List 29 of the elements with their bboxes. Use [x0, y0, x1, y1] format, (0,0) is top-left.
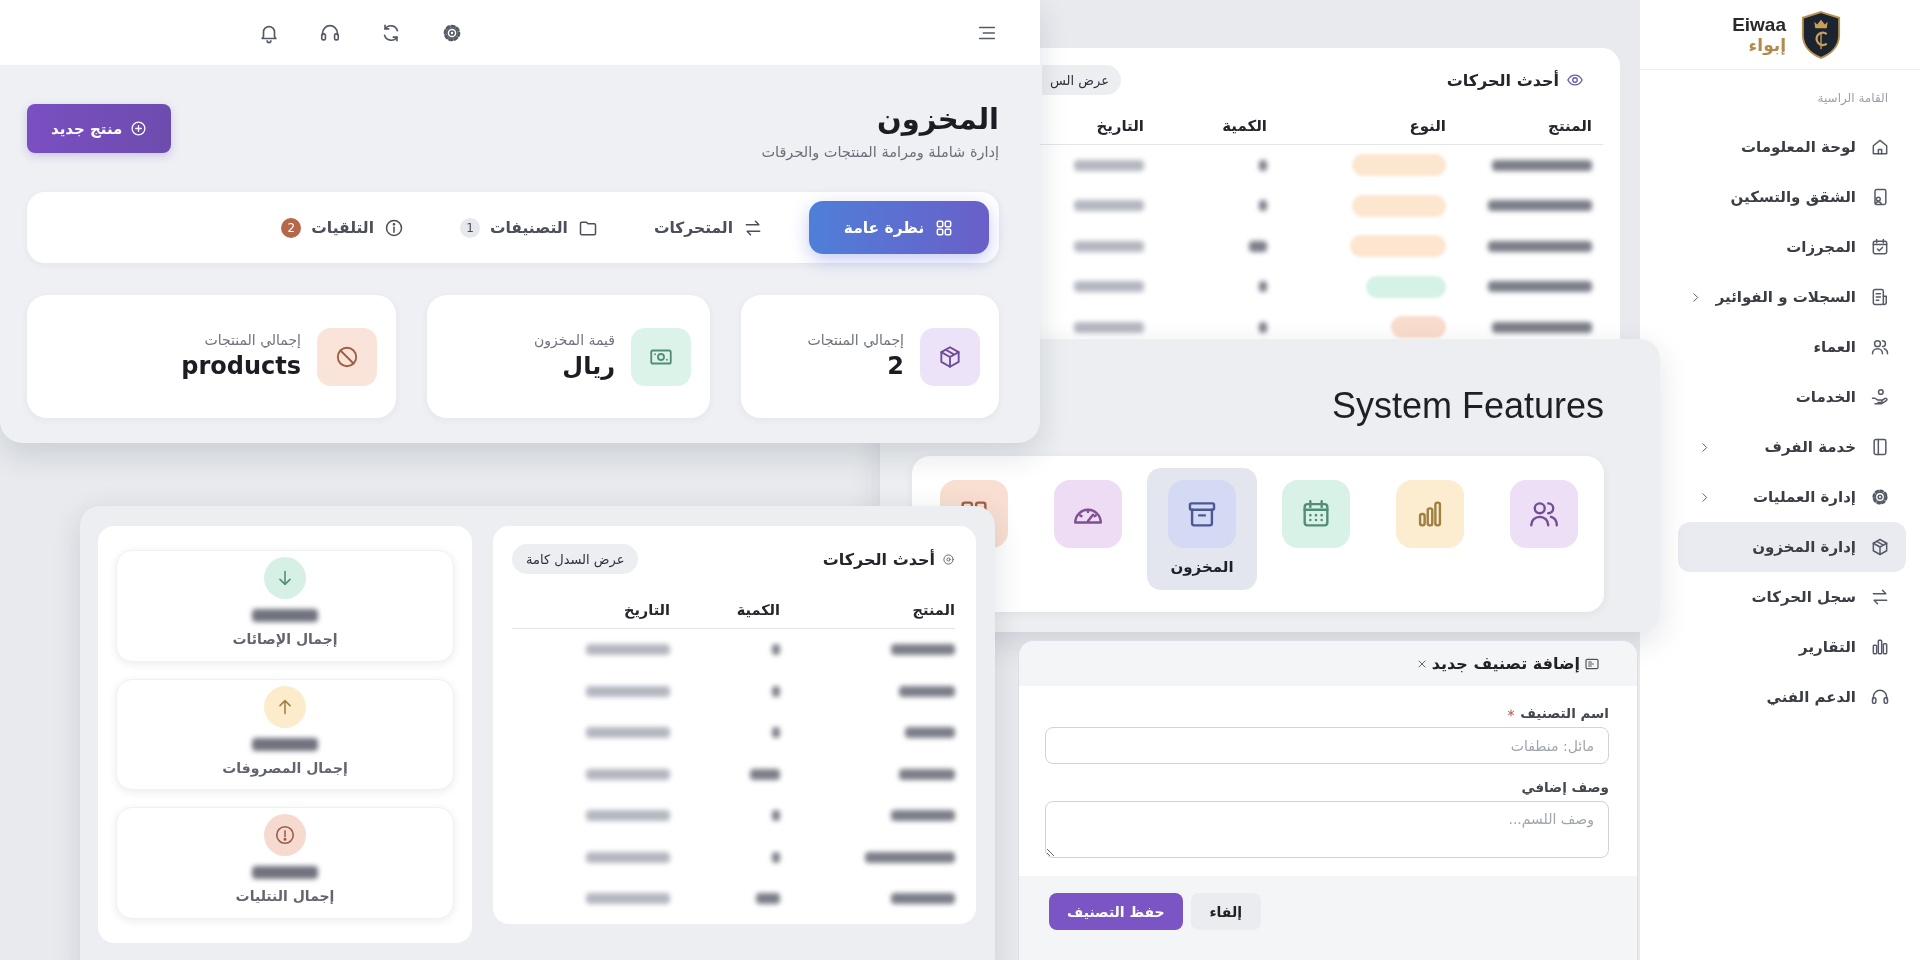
page-subtitle: إدارة شاملة ومرامة المنتجات والحرقات: [761, 143, 999, 162]
summary-label: إجمال المصروفات: [222, 759, 348, 776]
stat-label: قيمة المخزون: [533, 332, 615, 348]
column-header: التاريخ: [622, 602, 670, 618]
column-header: المنتج: [911, 602, 955, 618]
page-title: المخزون: [876, 101, 999, 137]
count-badge: 2: [281, 217, 302, 238]
summary-label: إجمال الإصائات: [232, 631, 338, 647]
column-header: الكمية: [735, 602, 780, 618]
stat-value: 2: [886, 351, 904, 381]
stat-value: products: [181, 351, 301, 381]
field-label: اسم التصنيف: [1520, 704, 1609, 723]
column-header: التاريخ: [1095, 116, 1145, 137]
column-header: المنتج: [1547, 116, 1593, 137]
brand-name: Eiwaa: [1732, 13, 1786, 36]
stat-label: إجمالي المنتجات: [203, 332, 301, 348]
stat-label: إجمالي المنتجات: [807, 332, 904, 348]
summary-label: إجمال النتليات: [235, 888, 335, 905]
brand-name: إبواء: [1748, 35, 1786, 56]
stat-value: ريال: [561, 351, 615, 381]
count-badge: 1: [459, 217, 480, 238]
section-label: القامة الراسية: [1816, 90, 1889, 106]
field-label: وصف إضافي: [1521, 778, 1609, 797]
column-header: الكمية: [1221, 116, 1268, 137]
section-title: System Features: [1330, 384, 1604, 428]
dialog-title: إضافة تصنيف جديد: [1431, 654, 1580, 673]
column-header: النوع: [1408, 116, 1447, 137]
card-title: أحدث الحركات: [1446, 70, 1559, 90]
card-title: أحدث الحركات: [822, 549, 935, 569]
